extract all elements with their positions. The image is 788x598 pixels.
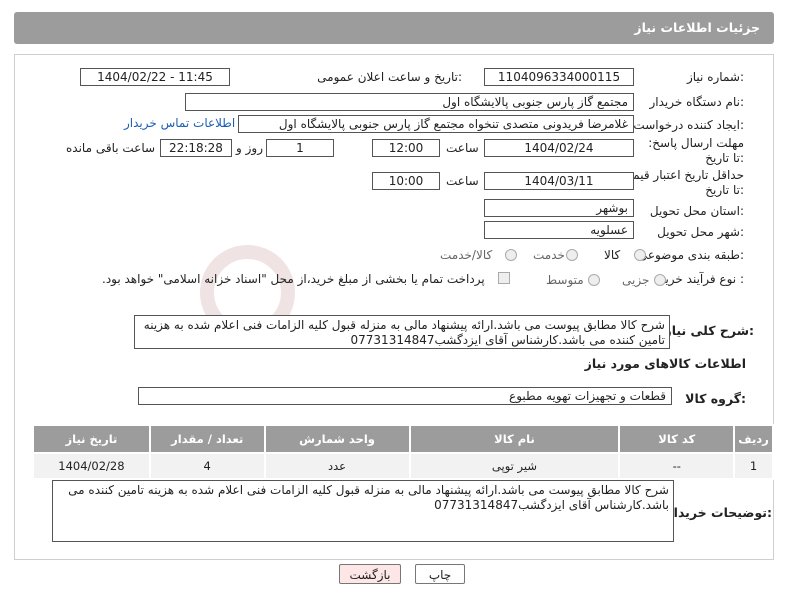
deadline-time-field: 12:00 [372, 139, 440, 157]
deadline-date-field: 1404/02/24 [484, 139, 634, 157]
buyer-notes-label: توضیحات خریدار: [666, 505, 772, 520]
col-name: نام کالا [408, 424, 621, 454]
description-textarea[interactable]: شرح کالا مطابق پیوست می باشد.ارائه پیشنه… [134, 315, 670, 349]
category-label: طبقه بندی موضوعی: [637, 248, 744, 262]
process-medium-label: متوسط [546, 273, 584, 287]
col-row: ردیف [733, 424, 774, 454]
cell-code: -- [618, 452, 736, 480]
cell-unit: عدد [263, 452, 411, 480]
cell-row: 1 [733, 452, 774, 480]
cell-qty: 4 [148, 452, 266, 480]
need-number-label: شماره نیاز: [686, 70, 744, 84]
back-button[interactable]: بازگشت [339, 564, 401, 584]
validity-time-field: 10:00 [372, 172, 440, 190]
category-both-label: کالا/خدمت [440, 248, 493, 262]
treasury-checkbox[interactable] [498, 272, 510, 284]
process-label: نوع فرآیند خرید : [659, 272, 744, 286]
process-medium-radio[interactable] [588, 274, 600, 286]
goods-table: ردیف کد کالا نام کالا واحد شمارش تعداد /… [32, 424, 774, 480]
print-button[interactable]: چاپ [415, 564, 465, 584]
table-row: 1 -- شیر توپی عدد 4 1404/02/28 [32, 452, 774, 480]
category-both-radio[interactable] [505, 249, 517, 261]
days-label: روز و [236, 141, 263, 155]
page-header: جزئیات اطلاعات نیاز [14, 12, 774, 44]
remaining-time-field: 22:18:28 [160, 139, 232, 157]
process-minor-label: جزیی [622, 273, 650, 287]
goods-group-field: قطعات و تجهیزات تهویه مطبوع [138, 387, 672, 405]
buyer-notes-textarea[interactable]: شرح کالا مطابق پیوست می باشد.ارائه پیشنه… [52, 480, 674, 542]
category-service-radio[interactable] [566, 249, 578, 261]
days-field: 1 [266, 139, 334, 157]
page-title: جزئیات اطلاعات نیاز [634, 20, 760, 35]
treasury-note: پرداخت تمام یا بخشی از مبلغ خرید،از محل … [102, 272, 485, 286]
deadline-time-label: ساعت [446, 141, 479, 155]
creator-label: ایجاد کننده درخواست: [633, 118, 744, 132]
city-field: عسلویه [484, 221, 634, 239]
cell-name: شیر توپی [408, 452, 621, 480]
need-number-field: 1104096334000115 [484, 68, 634, 86]
remaining-label: ساعت باقی مانده [66, 141, 156, 155]
validity-time-label: ساعت [446, 174, 479, 188]
announce-field: 1404/02/22 - 11:45 [80, 68, 230, 86]
buyer-label: نام دستگاه خریدار: [649, 95, 745, 109]
buyer-field: مجتمع گاز پارس جنوبی پالایشگاه اول [185, 93, 634, 111]
category-goods-label: کالا [604, 248, 621, 262]
col-code: کد کالا [618, 424, 736, 454]
announce-label: تاریخ و ساعت اعلان عمومی: [317, 70, 462, 84]
col-qty: تعداد / مقدار [148, 424, 266, 454]
goods-section-title: اطلاعات کالاهای مورد نیاز [584, 356, 746, 371]
col-date: تاریخ نیاز [32, 424, 151, 454]
cell-date: 1404/02/28 [32, 452, 151, 480]
buyer-contact-link[interactable]: اطلاعات تماس خریدار [124, 116, 235, 130]
category-goods-radio[interactable] [634, 249, 646, 261]
goods-group-label: گروه کالا: [685, 391, 746, 406]
province-field: بوشهر [484, 199, 634, 217]
description-label: شرح کلی نیاز: [664, 323, 755, 338]
deadline-label: مهلت ارسال پاسخ: تا تاریخ: [648, 136, 744, 165]
province-label: استان محل تحویل: [649, 204, 744, 218]
validity-date-field: 1404/03/11 [484, 172, 634, 190]
creator-field: غلامرضا فریدونی متصدی تنخواه مجتمع گاز پ… [238, 115, 634, 133]
process-minor-radio[interactable] [654, 274, 666, 286]
col-unit: واحد شمارش [263, 424, 411, 454]
category-service-label: خدمت [533, 248, 565, 262]
city-label: شهر محل تحویل: [657, 225, 744, 239]
goods-table-header: ردیف کد کالا نام کالا واحد شمارش تعداد /… [32, 424, 774, 454]
